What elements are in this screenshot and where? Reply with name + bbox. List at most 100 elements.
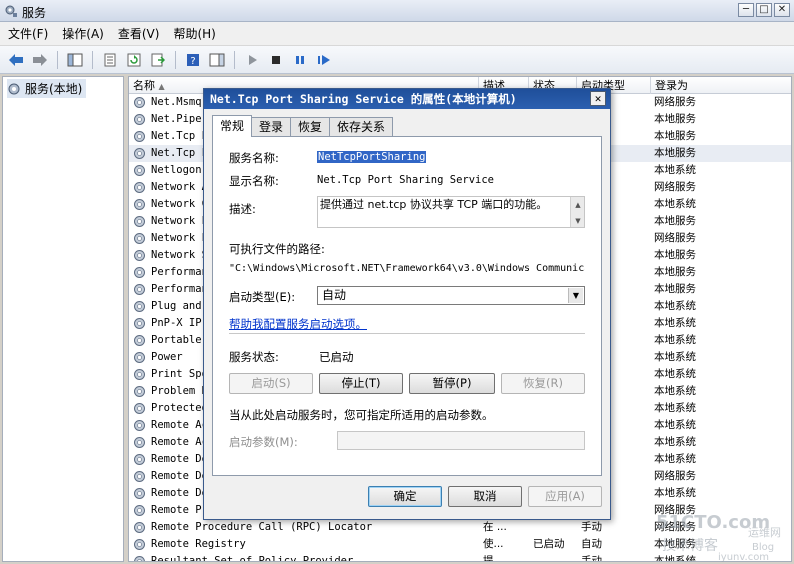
tab-logon[interactable]: 登录 [251, 117, 292, 137]
services-gear-icon [5, 5, 17, 17]
menu-bar: 文件(F) 操作(A) 查看(V) 帮助(H) [0, 22, 794, 46]
service-logon-cell: 本地系统 [654, 164, 696, 176]
service-logon-cell: 网络服务 [654, 232, 696, 244]
service-gear-icon [134, 522, 145, 533]
properties-dialog: Net.Tcp Port Sharing Service 的属性(本地计算机) … [203, 88, 611, 520]
tab-recovery[interactable]: 恢复 [290, 117, 331, 137]
tree-item-services-local[interactable]: 服务(本地) [7, 79, 87, 98]
pause-button[interactable]: 暂停(P) [409, 373, 495, 394]
console-tree: 服务(本地) [2, 76, 124, 562]
menu-action[interactable]: 操作(A) [62, 25, 104, 42]
export-list-button[interactable] [148, 50, 168, 70]
service-logon-cell: 网络服务 [654, 181, 696, 193]
service-logon-cell: 本地系统 [654, 385, 696, 397]
service-name-label: 服务名称: [229, 151, 279, 165]
column-header-logon-as[interactable]: 登录为 [651, 77, 791, 94]
dialog-tabs: 常规 登录 恢复 依存关系 [212, 115, 394, 137]
watermark-line4: 运维网 [748, 526, 781, 539]
maximize-button[interactable]: □ [756, 3, 772, 17]
show-hide-action-pane-button[interactable] [207, 50, 227, 70]
forward-arrow-icon [33, 53, 47, 66]
service-logon-cell: 本地服务 [654, 215, 696, 227]
start-service-button[interactable] [242, 50, 262, 70]
tab-general[interactable]: 常规 [212, 115, 253, 137]
service-name-cell: Remote Procedure Call (RPC) Locator [151, 521, 373, 533]
toolbar-separator [57, 50, 58, 69]
action-pane-icon [209, 53, 225, 66]
service-logon-cell: 本地系统 [654, 317, 696, 329]
service-gear-icon [134, 505, 145, 516]
description-box[interactable]: 提供通过 net.tcp 协议共享 TCP 端口的功能。 ▲ ▼ [317, 196, 585, 228]
start-params-hint: 当从此处启动服务时，您可指定所适用的启动参数。 [229, 408, 494, 422]
service-status-value: 已启动 [319, 350, 354, 364]
service-gear-icon [134, 386, 145, 397]
display-name-label: 显示名称: [229, 174, 279, 188]
restart-service-button[interactable] [314, 50, 334, 70]
tab-dependencies[interactable]: 依存关系 [329, 117, 394, 137]
pause-service-button[interactable] [290, 50, 310, 70]
service-gear-icon [134, 369, 145, 380]
service-logon-cell: 本地系统 [654, 300, 696, 312]
window-titlebar: 服务 ─ □ ✕ [0, 0, 794, 22]
service-description-cell: 在 ... [483, 521, 507, 533]
minimize-button[interactable]: ─ [738, 3, 754, 17]
refresh-button[interactable] [124, 50, 144, 70]
service-logon-cell: 本地系统 [654, 436, 696, 448]
service-logon-cell: 本地服务 [654, 113, 696, 125]
watermark-line2: 技术博客 [662, 537, 718, 554]
ok-button[interactable]: 确定 [368, 486, 442, 507]
service-gear-icon [134, 454, 145, 465]
service-gear-icon [134, 131, 145, 142]
scroll-down-icon: ▼ [575, 217, 581, 225]
service-status-cell: 已启动 [533, 538, 565, 550]
dialog-close-button[interactable]: ✕ [590, 91, 606, 106]
service-logon-cell: 本地系统 [654, 368, 696, 380]
chevron-down-icon: ▼ [568, 288, 583, 303]
show-console-tree-button[interactable] [65, 50, 85, 70]
exe-path-label: 可执行文件的路径: [229, 242, 325, 256]
cancel-button[interactable]: 取消 [448, 486, 522, 507]
service-gear-icon [134, 335, 145, 346]
menu-help[interactable]: 帮助(H) [173, 25, 215, 42]
properties-button[interactable] [100, 50, 120, 70]
back-button[interactable] [6, 50, 26, 70]
startup-type-value: 自动 [322, 288, 347, 302]
forward-button[interactable] [30, 50, 50, 70]
window-close-button[interactable]: ✕ [774, 3, 790, 17]
service-name-cell: Resultant Set of Policy Provider [151, 555, 354, 562]
window-title: 服务 [22, 6, 47, 20]
services-gear-icon [8, 83, 20, 94]
description-label: 描述: [229, 202, 256, 216]
service-gear-icon [134, 216, 145, 227]
description-scrollbar[interactable]: ▲ ▼ [570, 197, 584, 227]
apply-button[interactable]: 应用(A) [528, 486, 602, 507]
service-gear-icon [134, 556, 145, 561]
start-params-input[interactable] [337, 431, 585, 450]
service-name-cell: Remote Registry [151, 538, 246, 550]
service-gear-icon [134, 471, 145, 482]
service-gear-icon [134, 199, 145, 210]
dialog-title: Net.Tcp Port Sharing Service 的属性(本地计算机) … [204, 89, 610, 109]
display-name-value[interactable]: Net.Tcp Port Sharing Service [317, 174, 494, 186]
service-status-label: 服务状态: [229, 350, 279, 364]
refresh-icon [127, 53, 141, 66]
service-logon-cell: 本地服务 [654, 266, 696, 278]
start-button[interactable]: 启动(S) [229, 373, 313, 394]
menu-view[interactable]: 查看(V) [118, 25, 160, 42]
sort-ascending-icon: ▲ [158, 82, 165, 91]
service-name-value[interactable]: NetTcpPortSharing [317, 151, 427, 163]
stop-service-button[interactable] [266, 50, 286, 70]
restart-icon [318, 54, 330, 65]
startup-type-select[interactable]: 自动 ▼ [317, 286, 585, 305]
service-gear-icon [134, 352, 145, 363]
exe-path-value[interactable]: "C:\Windows\Microsoft.NET\Framework64\v3… [229, 263, 585, 274]
menu-file[interactable]: 文件(F) [8, 25, 48, 42]
service-gear-icon [134, 97, 145, 108]
resume-button[interactable]: 恢复(R) [501, 373, 585, 394]
help-button[interactable]: ? [183, 50, 203, 70]
startup-type-label: 启动类型(E): [229, 290, 296, 304]
help-configure-link[interactable]: 帮助我配置服务启动选项。 [229, 316, 367, 332]
export-icon [151, 53, 165, 66]
stop-button[interactable]: 停止(T) [319, 373, 403, 394]
service-logon-cell: 本地系统 [654, 487, 696, 499]
